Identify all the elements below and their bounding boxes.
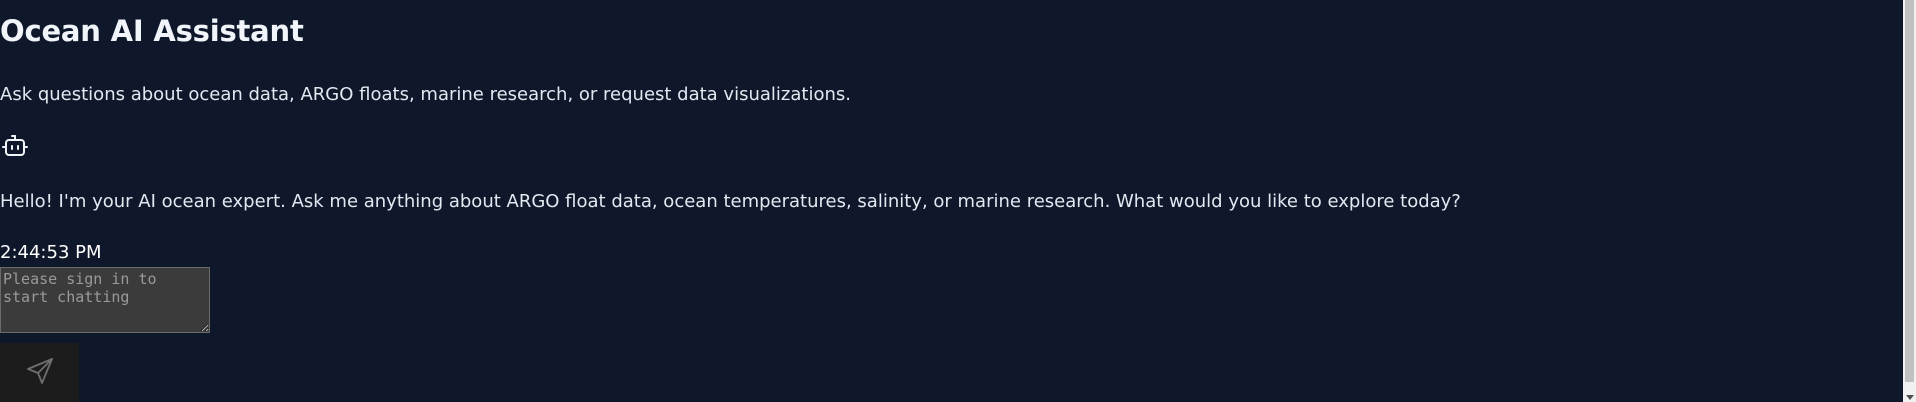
page-scrollbar[interactable] (1903, 0, 1916, 402)
page-subtitle: Ask questions about ocean data, ARGO flo… (0, 84, 851, 105)
chat-input[interactable] (0, 267, 210, 333)
message-timestamp: 2:44:53 PM (0, 242, 102, 263)
scroll-down-arrow-icon[interactable] (1906, 395, 1914, 400)
bot-icon (1, 132, 29, 160)
send-button[interactable] (0, 343, 79, 402)
chat-page: Ocean AI Assistant Ask questions about o… (0, 0, 1916, 402)
scrollbar-thumb[interactable] (1905, 0, 1914, 382)
send-icon (25, 356, 55, 389)
assistant-message: Hello! I'm your AI ocean expert. Ask me … (0, 191, 1461, 212)
page-title: Ocean AI Assistant (0, 14, 304, 48)
